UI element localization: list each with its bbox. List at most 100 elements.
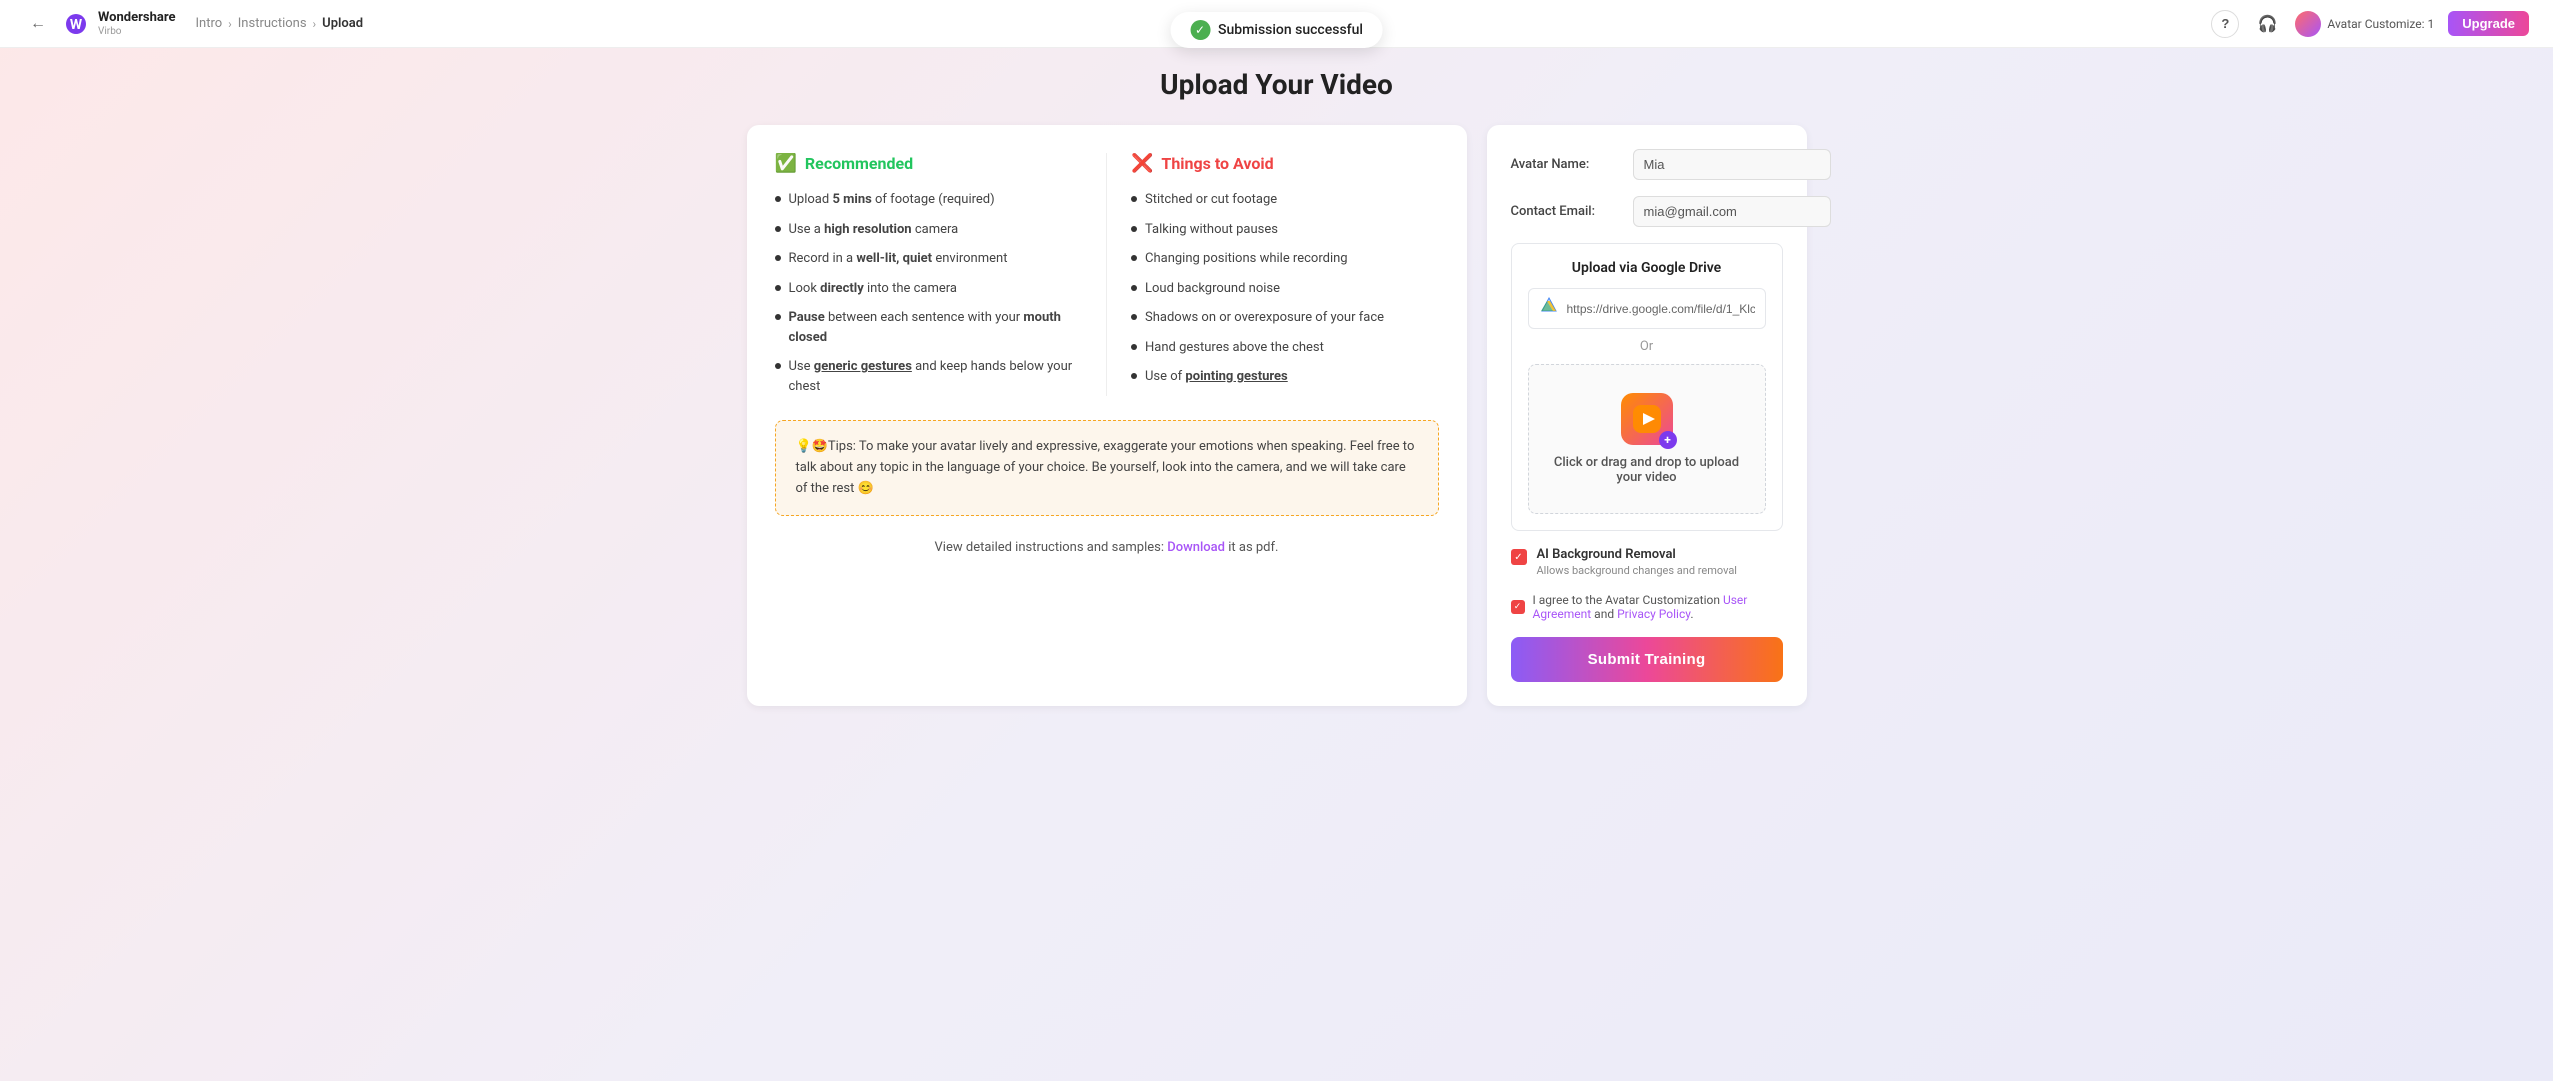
toast-text: Submission successful [1218,22,1363,38]
avatar-customize-text: Avatar Customize: 1 [2327,17,2434,31]
avatar-name-input[interactable] [1633,149,1831,180]
terms-checkbox[interactable]: ✓ [1511,600,1525,614]
upload-zone[interactable]: + Click or drag and drop to upload your … [1528,364,1766,514]
bottom-note: View detailed instructions and samples: … [775,540,1439,555]
list-item-text: Use generic gestures and keep hands belo… [789,357,1083,396]
google-drive-title: Upload via Google Drive [1528,260,1766,276]
breadcrumb-instructions: Instructions [238,16,307,31]
right-panel: Avatar Name: Contact Email: Upload via G… [1487,125,1807,706]
logo-icon: W [60,8,92,40]
help-button[interactable]: ? [2211,10,2239,38]
toast-check-icon: ✓ [1190,20,1210,40]
logo-text-block: Wondershare Virbo [98,10,175,37]
recommended-title: ✅ Recommended [775,153,1083,174]
header: ← W Wondershare Virbo Intro › Instructio… [0,0,2553,48]
ai-background-removal-row: ✓ AI Background Removal Allows backgroun… [1511,547,1783,577]
contact-email-input[interactable] [1633,196,1831,227]
terms-text: I agree to the Avatar Customization User… [1533,593,1783,621]
bullet-icon [775,255,781,261]
content-row: ✅ Recommended Upload 5 mins of footage (… [727,125,1827,706]
guidelines-row: ✅ Recommended Upload 5 mins of footage (… [775,153,1439,396]
avoid-list: Stitched or cut footage Talking without … [1131,190,1439,387]
col-divider [1106,153,1107,396]
ai-bg-title: AI Background Removal [1537,547,1783,562]
list-item-text: Hand gestures above the chest [1145,338,1324,358]
drive-input-row[interactable] [1528,288,1766,329]
logo-sub: Virbo [98,26,175,37]
contact-email-label: Contact Email: [1511,204,1621,219]
list-item: Use of pointing gestures [1131,367,1439,387]
terms-after: . [1690,607,1693,621]
upload-zone-text: Click or drag and drop to upload your vi… [1545,455,1749,485]
drive-url-input[interactable] [1567,302,1755,316]
list-item: Upload 5 mins of footage (required) [775,190,1083,210]
bullet-icon [1131,255,1137,261]
google-drive-icon [1539,296,1559,321]
ai-bg-checkbox[interactable]: ✓ [1511,549,1527,565]
toast-notification: ✓ Submission successful [1170,12,1383,48]
ai-bg-info: AI Background Removal Allows background … [1537,547,1783,577]
list-item-text: Shadows on or overexposure of your face [1145,308,1384,328]
bullet-icon [1131,226,1137,232]
avoid-title: ❌ Things to Avoid [1131,153,1439,174]
submit-training-button[interactable]: Submit Training [1511,637,1783,682]
list-item: Hand gestures above the chest [1131,338,1439,358]
header-left: ← W Wondershare Virbo Intro › Instructio… [24,8,363,40]
google-drive-box: Upload via Google Drive Or [1511,243,1783,531]
back-button[interactable]: ← [24,10,52,38]
avatar-name-row: Avatar Name: [1511,149,1783,180]
list-item-text: Changing positions while recording [1145,249,1348,269]
list-item: Look directly into the camera [775,279,1083,299]
list-item: Shadows on or overexposure of your face [1131,308,1439,328]
bullet-icon [1131,344,1137,350]
list-item-text: Use of pointing gestures [1145,367,1288,387]
list-item: Loud background noise [1131,279,1439,299]
or-divider: Or [1528,339,1766,354]
avoid-label: Things to Avoid [1161,154,1273,173]
privacy-policy-link[interactable]: Privacy Policy [1617,607,1690,621]
list-item-text: Pause between each sentence with your mo… [789,308,1083,347]
bullet-icon [1131,373,1137,379]
bottom-note-after: it as pdf. [1225,540,1278,555]
bullet-icon [775,285,781,291]
download-link[interactable]: Download [1167,540,1225,555]
list-item-text: Stitched or cut footage [1145,190,1277,210]
terms-and: and [1591,607,1617,621]
list-item: Use a high resolution camera [775,220,1083,240]
list-item: Talking without pauses [1131,220,1439,240]
list-item-text: Talking without pauses [1145,220,1278,240]
bullet-icon [1131,196,1137,202]
terms-before: I agree to the Avatar Customization [1533,593,1723,607]
breadcrumb: Intro › Instructions › Upload [195,16,363,31]
bullet-icon [1131,285,1137,291]
list-item-text: Loud background noise [1145,279,1280,299]
list-item: Use generic gestures and keep hands belo… [775,357,1083,396]
avoid-col: ❌ Things to Avoid Stitched or cut footag… [1131,153,1439,396]
breadcrumb-sep-2: › [313,17,317,31]
logo: W Wondershare Virbo [60,8,175,40]
upload-icon-wrap: + [1621,393,1673,445]
upload-plus-icon: + [1659,431,1677,449]
bottom-note-before: View detailed instructions and samples: [935,540,1168,555]
avatar-icon [2295,11,2321,37]
ai-bg-subtitle: Allows background changes and removal [1537,564,1783,577]
bullet-icon [775,363,781,369]
list-item-text: Look directly into the camera [789,279,958,299]
headset-button[interactable]: 🎧 [2253,10,2281,38]
upgrade-button[interactable]: Upgrade [2448,11,2529,36]
breadcrumb-intro: Intro [195,16,222,31]
page-title: Upload Your Video [1160,68,1393,101]
avatar-name-label: Avatar Name: [1511,157,1621,172]
contact-email-row: Contact Email: [1511,196,1783,227]
main-content: Upload Your Video ✅ Recommended Upload 5… [0,0,2553,746]
bullet-icon [775,196,781,202]
breadcrumb-sep-1: › [228,17,232,31]
bullet-icon [775,314,781,320]
avoid-icon: ❌ [1131,153,1153,174]
recommended-list: Upload 5 mins of footage (required) Use … [775,190,1083,396]
tips-text: 💡🤩Tips: To make your avatar lively and e… [796,439,1415,496]
bullet-icon [1131,314,1137,320]
recommended-label: Recommended [805,154,913,173]
header-right: ? 🎧 Avatar Customize: 1 Upgrade [2211,10,2529,38]
list-item-text: Record in a well-lit, quiet environment [789,249,1008,269]
